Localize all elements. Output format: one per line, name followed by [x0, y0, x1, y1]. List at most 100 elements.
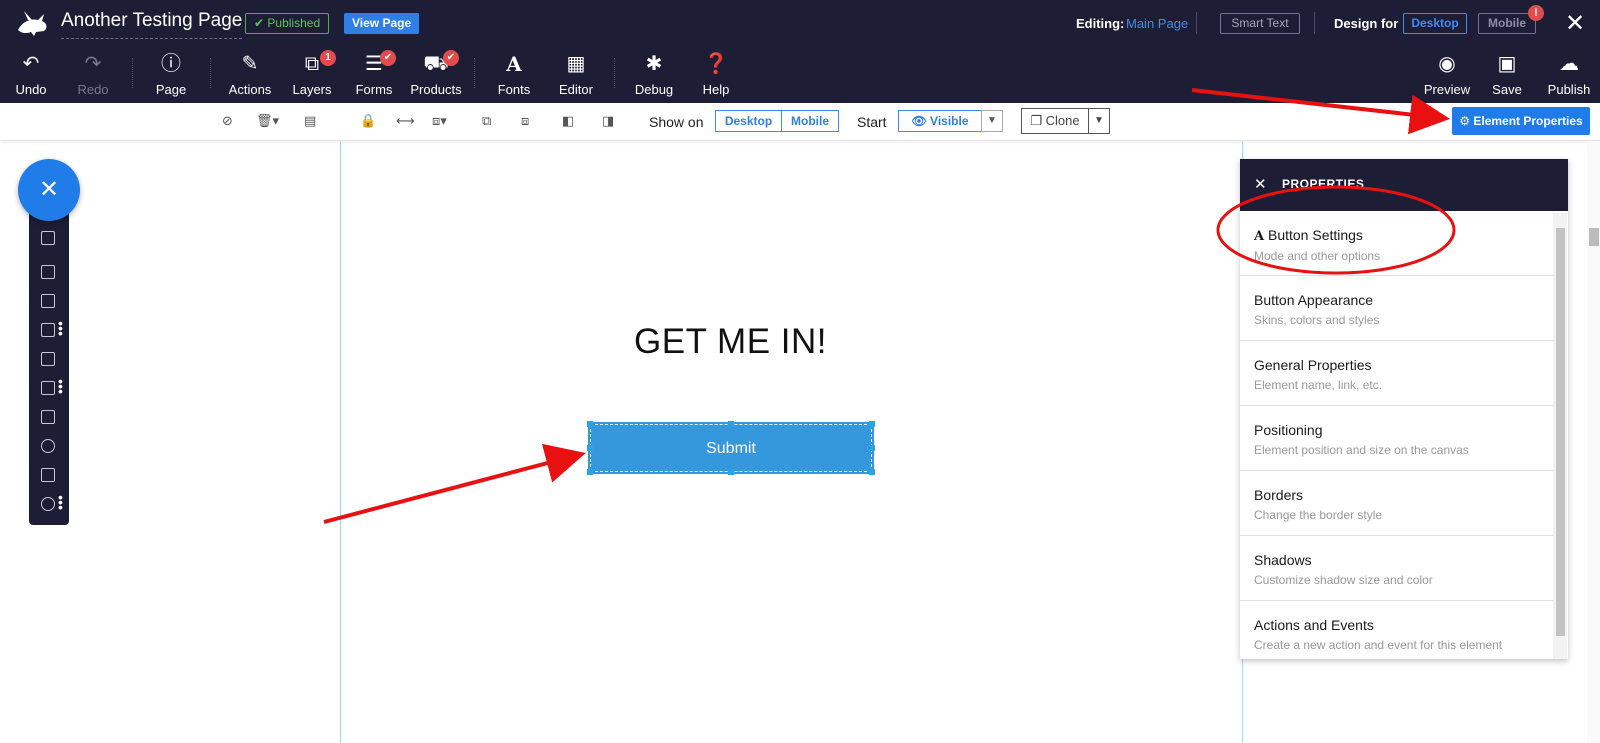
lock-icon[interactable]: 🔒 [360, 113, 376, 129]
clone-dropdown[interactable]: ▼ [1088, 108, 1110, 134]
rabbit-logo-icon[interactable] [14, 8, 50, 38]
property-borders[interactable]: Borders Change the border style [1240, 471, 1553, 536]
preview-button[interactable]: ◉ Preview [1422, 52, 1472, 97]
more-options-icon[interactable]: • • • [58, 374, 63, 398]
fonts-label: Fonts [497, 82, 531, 97]
caret-down-icon: ▼ [1094, 115, 1104, 126]
save-button[interactable]: ▣ Save [1488, 52, 1526, 97]
visible-dropdown[interactable]: ▼ [981, 110, 1003, 132]
layers-icon: ⧉ 1 [290, 50, 336, 76]
add-widget-icon[interactable] [41, 231, 55, 245]
info-icon: ⓘ [161, 53, 181, 75]
resize-handle[interactable] [869, 421, 875, 427]
ungroup-icon[interactable]: ⧈ [521, 113, 529, 129]
fonts-button[interactable]: A Fonts [494, 52, 534, 97]
add-form-icon[interactable] [41, 323, 55, 337]
property-button-settings[interactable]: A Button Settings Mode and other options [1240, 211, 1553, 276]
publish-button[interactable]: ☁ Publish [1544, 52, 1594, 97]
divider [132, 58, 133, 88]
magic-wand-icon: ✎ [241, 53, 259, 75]
editing-page-link[interactable]: Main Page [1126, 16, 1188, 31]
show-desktop-toggle[interactable]: Desktop [715, 110, 782, 132]
design-mobile-button[interactable]: Mobile [1478, 13, 1536, 34]
more-options-icon[interactable]: • • • [58, 490, 63, 514]
resize-handle[interactable] [869, 445, 875, 451]
smart-text-button[interactable]: Smart Text [1220, 13, 1300, 34]
element-toolbar: ⊘ 🗑▾ ▤ 🔒 ⟷ ⧈▾ ⧉ ⧈ ◧ ◨ Show on Desktop Mo… [0, 103, 1600, 141]
property-shadows[interactable]: Shadows Customize shadow size and color [1240, 536, 1553, 601]
property-actions-events[interactable]: Actions and Events Create a new action a… [1240, 601, 1553, 666]
add-box-icon[interactable] [41, 352, 55, 366]
page-title[interactable]: Another Testing Page [61, 10, 243, 39]
show-mobile-toggle[interactable]: Mobile [781, 110, 839, 132]
editor-label: Editor [559, 82, 593, 97]
no-image-icon[interactable]: ⊘ [222, 113, 233, 129]
annotation-arrow [323, 443, 586, 524]
help-button[interactable]: ❓ Help [696, 52, 736, 97]
close-add-menu-button[interactable]: ✕ [18, 159, 80, 221]
clone-button[interactable]: ❐ Clone [1021, 108, 1089, 134]
divider [614, 58, 615, 88]
properties-scroll-thumb[interactable] [1556, 228, 1565, 636]
submit-button[interactable]: Submit [588, 422, 874, 474]
publish-label: Publish [1547, 82, 1591, 97]
design-desktop-button[interactable]: Desktop [1403, 13, 1467, 34]
top-bar: Another Testing Page ✔ Published View Pa… [0, 0, 1600, 103]
resize-handle[interactable] [869, 469, 875, 475]
gear-icon: ⚙ [1459, 114, 1471, 128]
properties-panel: ✕ PROPERTIES A Button Settings Mode and … [1240, 159, 1568, 659]
forms-button[interactable]: ☰ ✔ Forms [352, 50, 396, 97]
products-check-badge: ✔ [443, 50, 459, 66]
forms-icon: ☰ ✔ [352, 50, 396, 76]
resize-handle[interactable] [587, 421, 593, 427]
add-image-icon[interactable] [41, 294, 55, 308]
close-icon[interactable]: ✕ [1254, 175, 1267, 193]
property-general-properties[interactable]: General Properties Element name, link, e… [1240, 341, 1553, 406]
products-label: Products [410, 82, 462, 97]
layers-button[interactable]: ⧉ 1 Layers [290, 50, 336, 97]
debug-button[interactable]: ✱ Debug [632, 52, 676, 97]
more-options-icon[interactable]: • • • [58, 316, 63, 340]
page-headline[interactable]: GET ME IN! [634, 322, 827, 362]
resize-handle[interactable] [728, 421, 734, 427]
view-page-button[interactable]: View Page [344, 13, 420, 34]
alignment-icon[interactable]: ⧈▾ [432, 113, 447, 129]
add-video-icon[interactable] [41, 381, 55, 395]
add-timer-icon[interactable] [41, 439, 55, 453]
send-back-icon[interactable]: ◨ [602, 113, 614, 129]
property-button-appearance[interactable]: Button Appearance Skins, colors and styl… [1240, 276, 1553, 341]
page-button[interactable]: ⓘ Page [152, 52, 190, 97]
undo-button[interactable]: ↶ Undo [12, 52, 50, 97]
group-icon[interactable]: ⧉ [482, 113, 491, 129]
actions-button[interactable]: ✎ Actions [226, 52, 274, 97]
close-editor-icon[interactable]: ✕ [1565, 9, 1585, 38]
published-label: Published [267, 16, 321, 30]
divider [474, 58, 475, 88]
redo-icon: ↷ [84, 53, 102, 75]
resize-handle[interactable] [587, 445, 593, 451]
bring-front-icon[interactable]: ◧ [562, 113, 574, 129]
check-icon: ✔ [254, 16, 265, 30]
add-code-icon[interactable] [41, 468, 55, 482]
align-icon[interactable]: ▤ [304, 113, 316, 129]
editor-button[interactable]: ▦ Editor [556, 52, 596, 97]
forms-check-badge: ✔ [380, 50, 396, 66]
visible-button[interactable]: 👁 Visible [898, 110, 982, 132]
resize-handle[interactable] [728, 469, 734, 475]
stretch-icon[interactable]: ⟷ [396, 113, 415, 129]
resize-handle[interactable] [587, 469, 593, 475]
add-list-icon[interactable] [41, 410, 55, 424]
page-scroll-thumb[interactable] [1589, 228, 1599, 246]
redo-button[interactable]: ↷ Redo [74, 52, 112, 97]
property-positioning[interactable]: Positioning Element position and size on… [1240, 406, 1553, 471]
add-text-icon[interactable] [41, 265, 55, 279]
products-button[interactable]: ⛟ ✔ Products [409, 50, 463, 97]
copy-icon: ❐ [1030, 113, 1043, 128]
add-divider-icon[interactable] [41, 497, 55, 511]
canvas-guide-left [340, 141, 341, 743]
element-properties-button[interactable]: ⚙ Element Properties [1452, 107, 1590, 135]
help-icon: ❓ [703, 53, 729, 75]
trash-icon[interactable]: 🗑▾ [256, 113, 279, 129]
divider [210, 58, 211, 88]
property-title: Shadows [1254, 552, 1312, 568]
